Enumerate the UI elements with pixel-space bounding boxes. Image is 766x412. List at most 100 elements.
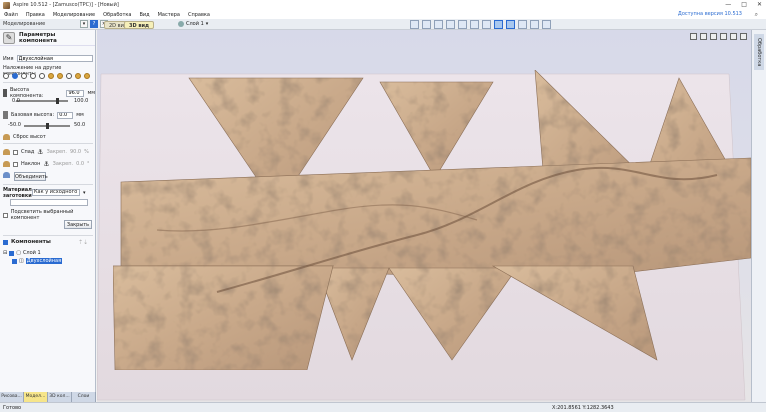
tab-3d-clipart[interactable]: 3D кол...: [48, 392, 72, 402]
components-title: Компоненты: [11, 239, 51, 245]
base-height-slider[interactable]: [24, 123, 70, 129]
fade-unit: %: [84, 149, 89, 155]
components-icon: [3, 239, 8, 245]
expand-icon[interactable]: ⊟: [3, 250, 7, 256]
menu-view[interactable]: Вид: [139, 12, 149, 18]
anchor-icon[interactable]: ⚓: [43, 160, 49, 168]
material-select[interactable]: Как у исходного: [32, 189, 80, 196]
base-height-slider-thumb[interactable]: [46, 123, 49, 129]
layer-select[interactable]: Слой 1 ▾: [178, 21, 208, 27]
tilt-value: 0.0: [76, 161, 85, 167]
component-visible-checkbox[interactable]: [12, 258, 17, 264]
viewport-controls: [690, 33, 747, 40]
height-slider[interactable]: [16, 98, 68, 104]
panel-title: Моделирование: [3, 21, 46, 27]
menu-toolpaths[interactable]: Обработка: [103, 12, 131, 18]
view-left-icon[interactable]: [470, 20, 479, 29]
menu-modeling[interactable]: Моделирование: [53, 12, 95, 18]
tree-component-label: Двухслойная: [25, 258, 63, 264]
close-panel-button[interactable]: Закрыть: [64, 220, 92, 229]
upgrade-link[interactable]: Доступна версия 10.513: [678, 11, 742, 17]
combine-replace-icon[interactable]: [57, 73, 63, 79]
combine-multiply-icon[interactable]: [39, 73, 45, 79]
show-selected-checkbox[interactable]: [3, 212, 8, 218]
reset-heights-label[interactable]: Сброс высот: [13, 134, 46, 140]
merge-button[interactable]: Объединить: [14, 172, 48, 181]
layer-select-value: Слой 1: [186, 21, 204, 27]
panel-menu-icon[interactable]: ▾: [80, 20, 88, 28]
material-preview[interactable]: [10, 199, 88, 206]
combine-add-icon[interactable]: [3, 73, 9, 79]
move-icon[interactable]: [700, 33, 707, 40]
shade-icon[interactable]: [506, 20, 515, 29]
fade-label: Спад: [21, 149, 35, 155]
material-label: Материал заготовки: [3, 187, 32, 199]
divider: [3, 82, 93, 83]
view-front-icon[interactable]: [446, 20, 455, 29]
3d-viewport[interactable]: [97, 30, 751, 402]
combine-merge-icon[interactable]: [48, 73, 54, 79]
tree-component[interactable]: ◫ Двухслойная: [12, 258, 63, 264]
height-slider-thumb[interactable]: [56, 98, 59, 104]
fade-checkbox[interactable]: [13, 149, 18, 155]
combine-subtract-icon[interactable]: [30, 73, 36, 79]
toolbar: Моделирование ▾ ? ✕ 2D вид 3D вид Слой 1…: [0, 19, 766, 30]
tilt-label: Наклон: [21, 161, 41, 167]
anchor-icon[interactable]: ⚓: [37, 148, 43, 156]
combine-low-icon[interactable]: [21, 73, 27, 79]
tilt-icon: [3, 161, 10, 167]
move-up-icon[interactable]: ⇡⇣: [78, 239, 88, 246]
combine-extra-icon[interactable]: [84, 73, 90, 79]
tab-toolpaths[interactable]: Обработка: [754, 34, 764, 70]
view-iso-icon[interactable]: [410, 20, 419, 29]
relief-model: [97, 69, 751, 401]
cursor-coordinates: X:201.8561 Y:1282.3643: [552, 405, 614, 411]
zoom-fit-icon[interactable]: [494, 20, 503, 29]
base-height-min: -50.0: [8, 122, 21, 128]
menu-bar: Файл Правка Моделирование Обработка Вид …: [0, 10, 766, 19]
tab-layers[interactable]: Слои: [72, 392, 96, 402]
combine-high-icon[interactable]: [12, 73, 18, 79]
view-right-icon[interactable]: [482, 20, 491, 29]
measure-icon[interactable]: [710, 33, 717, 40]
folder-icon: ▢: [16, 250, 21, 256]
search-icon[interactable]: ⌕: [755, 11, 758, 19]
wrench-icon: ✎: [3, 31, 15, 44]
help-icon[interactable]: ?: [90, 20, 98, 28]
menu-file[interactable]: Файл: [4, 12, 18, 18]
camera-icon[interactable]: [690, 33, 697, 40]
viewport-close-icon[interactable]: [740, 33, 747, 40]
tab-modeling[interactable]: Модел...: [24, 392, 48, 402]
chevron-down-icon[interactable]: ▾: [83, 190, 86, 196]
tilt-checkbox[interactable]: [13, 161, 18, 167]
status-bar: Готово X:201.8561 Y:1282.3643: [0, 402, 766, 412]
view-top-icon[interactable]: [422, 20, 431, 29]
section-icon[interactable]: [720, 33, 727, 40]
grid-icon[interactable]: [434, 20, 443, 29]
close-window-button[interactable]: ✕: [757, 1, 762, 8]
combine-fill-icon[interactable]: [75, 73, 81, 79]
base-height-input[interactable]: [57, 111, 74, 119]
base-height-max: 50.0: [74, 122, 86, 128]
layer-visible-checkbox[interactable]: [9, 250, 15, 256]
material-icon[interactable]: [518, 20, 527, 29]
layout-split-icon[interactable]: [530, 20, 539, 29]
menu-wizards[interactable]: Мастера: [158, 12, 180, 18]
view-back-icon[interactable]: [458, 20, 467, 29]
menu-help[interactable]: Справка: [188, 12, 210, 18]
name-input[interactable]: [16, 55, 93, 62]
tree-layer[interactable]: ⊟ ▢ Слой 1: [3, 250, 41, 256]
right-panel-strip: Обработка: [751, 30, 766, 402]
tab-3d-view[interactable]: 3D вид: [124, 21, 155, 29]
toggle-icon[interactable]: [730, 33, 737, 40]
maximize-button[interactable]: □: [741, 1, 747, 8]
tab-drawing[interactable]: Рисова...: [0, 392, 24, 402]
menu-edit[interactable]: Правка: [26, 12, 45, 18]
combine-clip-icon[interactable]: [66, 73, 72, 79]
height-icon: [3, 89, 7, 97]
minimize-button[interactable]: —: [725, 1, 731, 8]
divider: [3, 143, 93, 144]
height-input[interactable]: [66, 89, 85, 97]
reset-heights-icon[interactable]: [3, 134, 10, 140]
layout-tabs-icon[interactable]: [542, 20, 551, 29]
